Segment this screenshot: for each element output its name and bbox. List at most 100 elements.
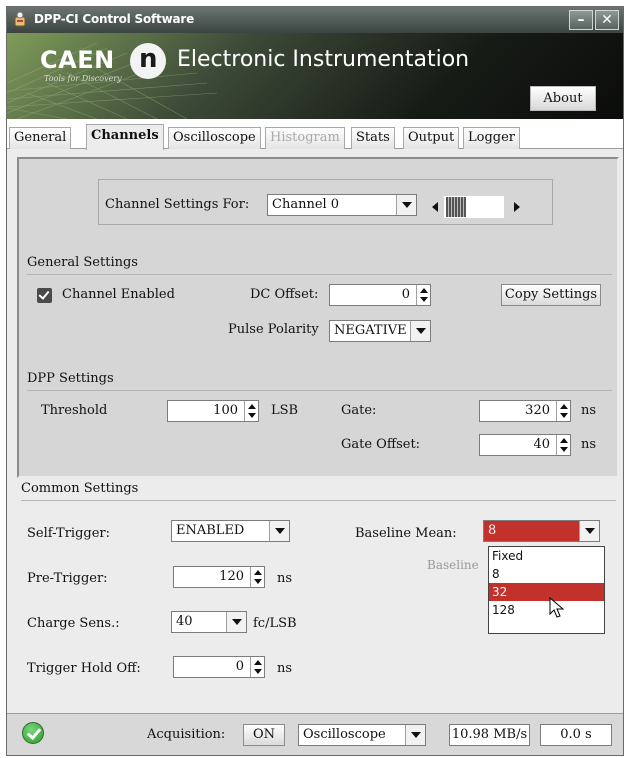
gate-offset-unit: ns <box>581 437 597 452</box>
status-ok-icon <box>22 722 44 744</box>
gate-value: 320 <box>525 403 550 418</box>
copy-settings-button[interactable]: Copy Settings <box>501 284 601 306</box>
pre-trigger-unit: ns <box>277 571 293 586</box>
pre-trigger-spinner[interactable]: 120 <box>173 566 265 588</box>
gate-offset-spinner[interactable]: 40 <box>479 434 571 456</box>
spinner-arrows-icon[interactable] <box>556 435 570 455</box>
tab-stats[interactable]: Stats <box>351 127 395 149</box>
mouse-cursor-icon <box>549 597 565 618</box>
threshold-unit: LSB <box>271 403 299 418</box>
pulse-polarity-select[interactable]: NEGATIVE <box>329 320 431 342</box>
baseline-mean-dropdown[interactable]: Fixed 8 32 128 <box>488 546 605 634</box>
n-logo-letter: n <box>139 44 158 74</box>
common-settings-heading: Common Settings <box>21 481 616 501</box>
tab-histogram: Histogram <box>265 127 345 149</box>
tab-output[interactable]: Output <box>403 127 460 149</box>
pre-trigger-value: 120 <box>219 569 244 584</box>
about-button[interactable]: About <box>530 86 596 111</box>
general-settings-heading: General Settings <box>27 255 612 275</box>
tab-bar: General Channels Oscilloscope Histogram … <box>7 119 623 150</box>
pulse-polarity-label: Pulse Polarity <box>228 322 319 337</box>
minimize-button[interactable]: – <box>569 10 593 30</box>
spinner-arrows-icon[interactable] <box>556 401 570 421</box>
status-bar: Acquisition: ON Oscilloscope 10.98 MB/s … <box>7 713 623 755</box>
threshold-spinner[interactable]: 100 <box>167 400 259 422</box>
trigger-holdoff-unit: ns <box>277 661 293 676</box>
spinner-arrows-icon[interactable] <box>416 285 430 305</box>
acquisition-label: Acquisition: <box>147 727 226 742</box>
general-settings-title: General Settings <box>27 255 138 270</box>
arrow-right-icon[interactable] <box>514 202 520 212</box>
chevron-down-icon <box>579 521 599 541</box>
app-icon <box>14 11 26 27</box>
channel-enabled-label: Channel Enabled <box>62 287 175 302</box>
baseline-mean-select[interactable]: 8 <box>483 520 600 542</box>
dropdown-option[interactable]: 128 <box>489 601 604 619</box>
dropdown-option[interactable]: Fixed <box>489 547 604 565</box>
pre-trigger-label: Pre-Trigger: <box>27 571 108 586</box>
slider-thumb[interactable] <box>446 197 466 217</box>
tab-logger[interactable]: Logger <box>463 127 521 149</box>
close-button[interactable]: ✕ <box>595 10 619 30</box>
threshold-label: Threshold <box>41 403 108 418</box>
caen-tagline: Tools for Discovery <box>44 74 122 83</box>
mode-select[interactable]: Oscilloscope <box>298 724 426 746</box>
chevron-down-icon <box>410 321 430 341</box>
caen-logo: CAEN <box>40 46 115 74</box>
chevron-down-icon <box>226 612 246 632</box>
acquisition-toggle-button[interactable]: ON <box>243 724 285 746</box>
pulse-polarity-value: NEGATIVE <box>334 323 407 338</box>
gate-offset-label: Gate Offset: <box>341 437 421 452</box>
chevron-down-icon <box>396 195 416 215</box>
title-bar: DPP-CI Control Software – ✕ <box>7 7 623 33</box>
dropdown-option[interactable]: 8 <box>489 565 604 583</box>
spinner-arrows-icon[interactable] <box>244 401 258 421</box>
mode-value: Oscilloscope <box>303 727 386 742</box>
channel-select-value: Channel 0 <box>272 197 340 212</box>
charge-sens-unit: fc/LSB <box>253 616 297 631</box>
charge-sens-label: Charge Sens.: <box>27 616 120 631</box>
n-logo-icon: n <box>130 43 166 79</box>
channel-select[interactable]: Channel 0 <box>267 194 417 216</box>
gate-offset-value: 40 <box>533 437 550 452</box>
channel-panel: Channel Settings For: Channel 0 General … <box>17 157 619 478</box>
trigger-holdoff-value: 0 <box>235 659 244 674</box>
common-settings-title: Common Settings <box>21 481 139 496</box>
self-trigger-label: Self-Trigger: <box>27 526 111 541</box>
trigger-holdoff-label: Trigger Hold Off: <box>27 661 141 676</box>
elapsed-time-field: 0.0 s <box>540 724 612 746</box>
dropdown-option-highlighted[interactable]: 32 <box>489 583 604 601</box>
dpp-settings-heading: DPP Settings <box>27 371 612 391</box>
header-banner: CAEN Tools for Discovery n Electronic In… <box>7 33 623 119</box>
trigger-holdoff-spinner[interactable]: 0 <box>173 656 265 678</box>
self-trigger-select[interactable]: ENABLED <box>171 520 290 542</box>
threshold-value: 100 <box>213 403 238 418</box>
window-title: DPP-CI Control Software <box>34 12 195 26</box>
tab-oscilloscope[interactable]: Oscilloscope <box>168 127 261 149</box>
baseline-mean-value: 8 <box>488 523 497 538</box>
dc-offset-label: DC Offset: <box>250 287 319 302</box>
channel-slider[interactable] <box>424 196 540 218</box>
channel-enabled-checkbox[interactable] <box>37 288 52 303</box>
tab-general[interactable]: General <box>9 127 72 149</box>
gate-spinner[interactable]: 320 <box>479 400 571 422</box>
dc-offset-spinner[interactable]: 0 <box>329 284 431 306</box>
gate-label: Gate: <box>341 403 377 418</box>
channel-settings-for-label: Channel Settings For: <box>105 197 250 212</box>
gate-unit: ns <box>581 403 597 418</box>
banner-title: Electronic Instrumentation <box>177 47 470 72</box>
chevron-down-icon <box>269 521 289 541</box>
charge-sens-value: 40 <box>176 614 193 629</box>
chevron-down-icon <box>405 725 425 745</box>
data-rate-field: 10.98 MB/s <box>449 724 530 746</box>
spinner-arrows-icon[interactable] <box>250 567 264 587</box>
self-trigger-value: ENABLED <box>176 523 245 538</box>
charge-sens-select[interactable]: 40 <box>171 611 247 633</box>
spinner-arrows-icon[interactable] <box>250 657 264 677</box>
main-window: DPP-CI Control Software – ✕ CAEN Tools f… <box>6 6 624 756</box>
baseline-partial-label: Baseline <box>427 558 479 572</box>
baseline-mean-label: Baseline Mean: <box>355 526 457 541</box>
arrow-left-icon[interactable] <box>432 202 438 212</box>
dpp-settings-title: DPP Settings <box>27 371 114 386</box>
tab-channels[interactable]: Channels <box>86 124 164 150</box>
